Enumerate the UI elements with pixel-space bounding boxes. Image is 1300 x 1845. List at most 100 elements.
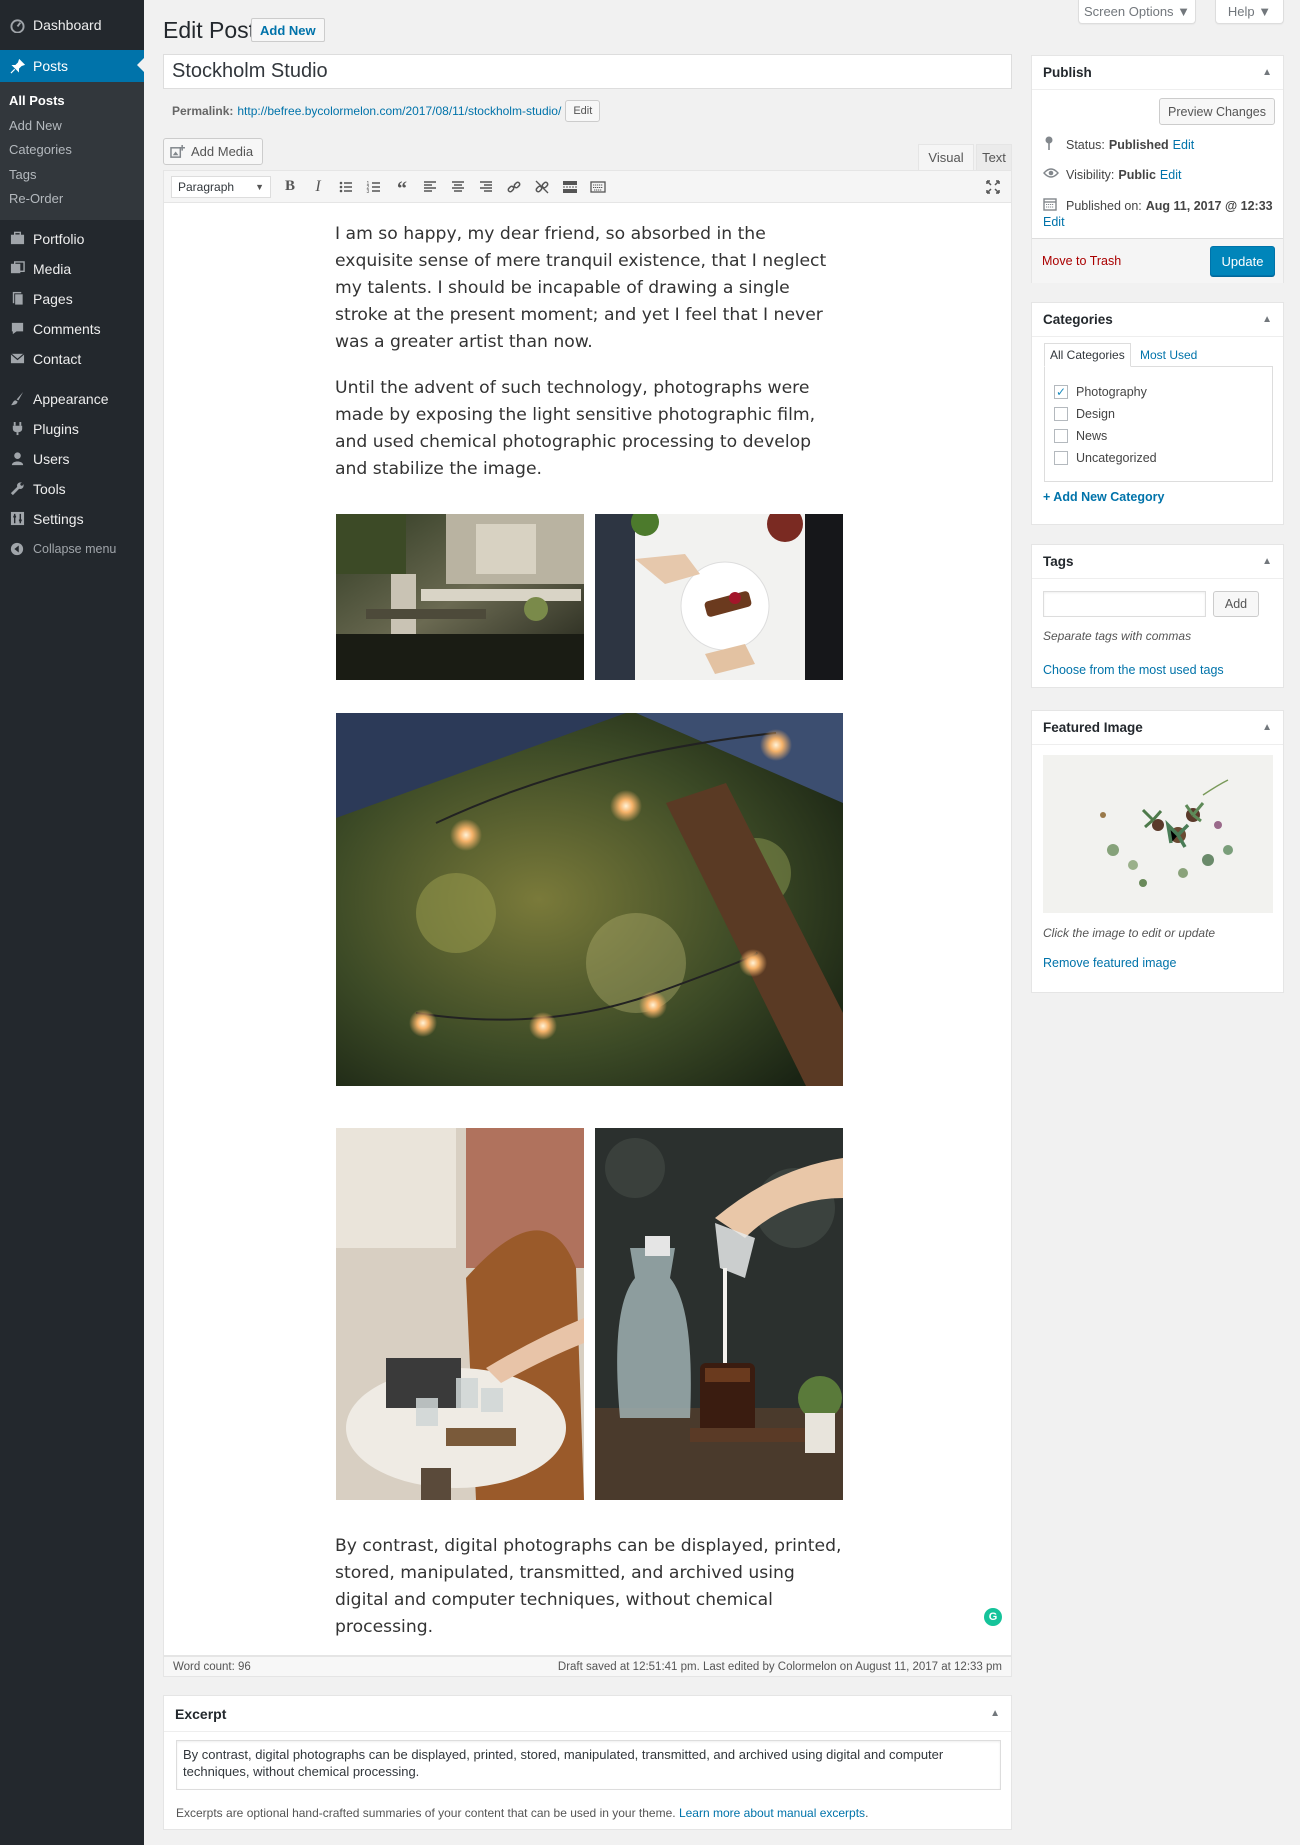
align-left-icon[interactable] [416, 173, 444, 201]
update-button[interactable]: Update [1210, 246, 1275, 276]
portfolio-icon [9, 231, 25, 247]
submenu-categories[interactable]: Categories [0, 138, 144, 163]
checkbox[interactable] [1054, 451, 1068, 465]
content-image-milk-pour[interactable] [595, 1128, 843, 1500]
submenu-add-new[interactable]: Add New [0, 114, 144, 139]
permalink-url-link[interactable]: http://befree.bycolormelon.com/2017/08/1… [237, 104, 561, 118]
plugin-icon [9, 421, 25, 437]
sidebar-item-settings[interactable]: Settings [0, 504, 144, 534]
format-select-value: Paragraph [178, 179, 235, 194]
content-image-water-pour[interactable] [336, 1128, 584, 1500]
sidebar-item-dashboard[interactable]: Dashboard [0, 10, 144, 40]
collapse-caret-icon[interactable]: ▲ [1262, 314, 1272, 325]
submenu-all-posts[interactable]: All Posts [0, 89, 144, 114]
tags-header[interactable]: Tags ▲ [1032, 545, 1283, 579]
sidebar-item-contact[interactable]: Contact [0, 344, 144, 374]
italic-icon[interactable]: I [304, 173, 332, 201]
sidebar-item-media[interactable]: Media [0, 254, 144, 284]
sidebar-item-comments[interactable]: Comments [0, 314, 144, 344]
sidebar-item-tools[interactable]: Tools [0, 474, 144, 504]
collapse-caret-icon[interactable]: ▲ [1262, 67, 1272, 78]
category-item[interactable]: News [1054, 425, 1272, 447]
tags-input[interactable] [1043, 591, 1206, 617]
sidebar-item-plugins[interactable]: Plugins [0, 414, 144, 444]
category-label: News [1076, 429, 1108, 443]
bullet-list-icon[interactable] [332, 173, 360, 201]
link-icon[interactable] [500, 173, 528, 201]
grammarly-icon[interactable]: G [984, 1608, 1002, 1626]
format-select[interactable]: Paragraph ▼ [171, 175, 271, 198]
numbered-list-icon[interactable]: 123 [360, 173, 388, 201]
publish-header[interactable]: Publish ▲ [1032, 56, 1283, 90]
sidebar-item-posts[interactable]: Posts [0, 50, 144, 82]
excerpt-help-end: . [865, 1806, 869, 1820]
submenu-re-order[interactable]: Re-Order [0, 187, 144, 212]
tab-visual[interactable]: Visual [918, 144, 974, 170]
published-on-edit-link[interactable]: Edit [1043, 215, 1065, 229]
collapse-caret-icon[interactable]: ▲ [1262, 722, 1272, 733]
collapse-caret-icon[interactable]: ▲ [1262, 556, 1272, 567]
content-image-restaurant[interactable] [336, 514, 584, 680]
permalink-edit-button[interactable]: Edit [565, 100, 601, 122]
sidebar-item-portfolio[interactable]: Portfolio [0, 224, 144, 254]
post-title-input[interactable]: Stockholm Studio [163, 54, 1012, 89]
toolbar-toggle-icon[interactable] [584, 173, 612, 201]
add-new-button[interactable]: Add New [251, 18, 325, 42]
add-tag-button[interactable]: Add [1213, 591, 1259, 617]
category-item[interactable]: ✓ Photography [1054, 381, 1272, 403]
excerpt-title: Excerpt [175, 1705, 227, 1722]
checkbox-checked[interactable]: ✓ [1054, 385, 1068, 399]
excerpt-header[interactable]: Excerpt ▲ [164, 1696, 1011, 1732]
categories-header[interactable]: Categories ▲ [1032, 303, 1283, 337]
category-item[interactable]: Design [1054, 403, 1272, 425]
permalink-row: Permalink: http://befree.bycolormelon.co… [172, 100, 601, 122]
preview-changes-button[interactable]: Preview Changes [1159, 98, 1275, 125]
pages-icon [9, 291, 25, 307]
checkbox[interactable] [1054, 407, 1068, 421]
sidebar-item-users[interactable]: Users [0, 444, 144, 474]
sidebar-item-appearance[interactable]: Appearance [0, 384, 144, 414]
choose-most-used-tags-link[interactable]: Choose from the most used tags [1043, 663, 1224, 677]
add-new-category-link[interactable]: + Add New Category [1043, 490, 1164, 504]
visibility-row: Visibility: Public Edit [1043, 167, 1181, 182]
excerpt-textarea[interactable]: By contrast, digital photographs can be … [176, 1740, 1001, 1790]
bold-icon[interactable]: B [276, 173, 304, 201]
help-button[interactable]: Help ▼ [1215, 0, 1284, 24]
featured-image-header[interactable]: Featured Image ▲ [1032, 711, 1283, 745]
align-right-icon[interactable] [472, 173, 500, 201]
checkbox[interactable] [1054, 429, 1068, 443]
learn-more-excerpts-link[interactable]: Learn more about manual excerpts [679, 1806, 865, 1820]
status-value: Published [1108, 137, 1169, 152]
move-to-trash-link[interactable]: Move to Trash [1042, 254, 1121, 268]
content-image-dessert[interactable] [595, 514, 843, 680]
sidebar-item-label: Dashboard [33, 17, 102, 33]
sidebar-item-pages[interactable]: Pages [0, 284, 144, 314]
collapse-caret-icon[interactable]: ▲ [990, 1708, 1000, 1719]
unlink-icon[interactable] [528, 173, 556, 201]
sidebar-item-label: Appearance [33, 390, 109, 407]
content-image-string-lights[interactable] [336, 713, 843, 1086]
blockquote-icon[interactable]: “ [388, 173, 416, 201]
align-center-icon[interactable] [444, 173, 472, 201]
editor-content-area[interactable]: I am so happy, my dear friend, so absorb… [163, 203, 1012, 1656]
tab-text[interactable]: Text [976, 144, 1012, 170]
tab-all-categories[interactable]: All Categories [1044, 343, 1131, 367]
status-label: Status: [1066, 137, 1105, 152]
page-title: Edit Post [163, 17, 256, 43]
screen-options-button[interactable]: Screen Options ▼ [1078, 0, 1196, 24]
category-item[interactable]: Uncategorized [1054, 447, 1272, 469]
collapse-icon [9, 541, 25, 557]
fullscreen-icon[interactable] [979, 173, 1007, 201]
submenu-tags[interactable]: Tags [0, 163, 144, 188]
editor-status-bar: Word count: 96 Draft saved at 12:51:41 p… [163, 1656, 1012, 1677]
read-more-icon[interactable] [556, 173, 584, 201]
user-icon [9, 451, 25, 467]
status-edit-link[interactable]: Edit [1173, 138, 1195, 152]
add-media-button[interactable]: Add Media [163, 138, 264, 165]
featured-image-thumbnail[interactable] [1043, 755, 1273, 913]
visibility-edit-link[interactable]: Edit [1160, 168, 1182, 182]
content-paragraph: By contrast, digital photographs can be … [335, 1536, 842, 1637]
tab-most-used[interactable]: Most Used [1140, 343, 1197, 367]
remove-featured-image-link[interactable]: Remove featured image [1043, 956, 1176, 970]
sidebar-collapse-menu[interactable]: Collapse menu [0, 534, 144, 564]
